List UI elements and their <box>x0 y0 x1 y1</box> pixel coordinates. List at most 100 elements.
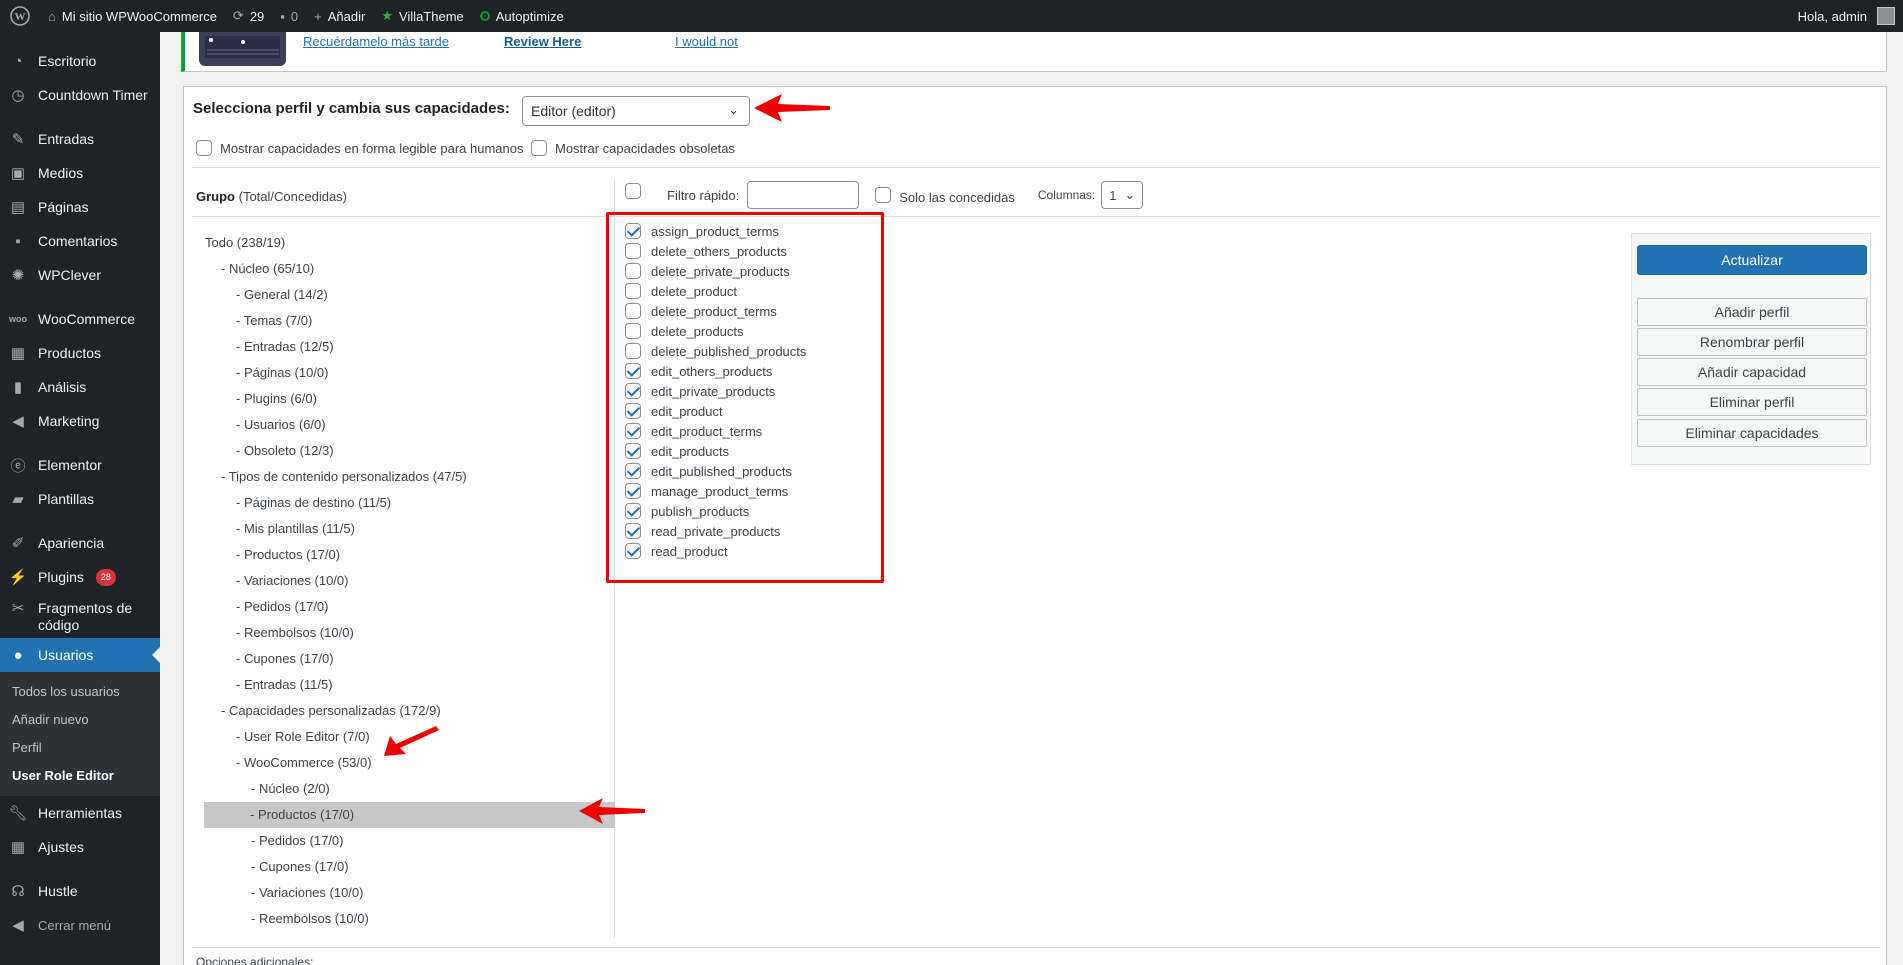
menu-label: Marketing <box>38 413 100 429</box>
menu-plugins[interactable]: ⚡ Plugins 28 <box>0 560 160 594</box>
tree-item[interactable]: - Productos (17/0) <box>204 802 615 828</box>
tree-item[interactable]: - General (14/2) <box>205 282 615 308</box>
tree-item[interactable]: - Productos (17/0) <box>205 542 615 568</box>
menu-plantillas[interactable]: ▰ Plantillas <box>0 482 160 516</box>
tree-item[interactable]: - Páginas (10/0) <box>205 360 615 386</box>
menu-label: Escritorio <box>38 53 97 69</box>
opt-deprecated[interactable]: Mostrar capacidades obsoletas <box>531 140 735 156</box>
menu-comentarios[interactable]: ▪ Comentarios <box>0 224 160 258</box>
menu-label: Plantillas <box>38 491 95 507</box>
add-role-button[interactable]: Añadir perfil <box>1637 298 1867 326</box>
site-name-link[interactable]: ⌂ Mi sitio WPWooCommerce <box>40 0 225 32</box>
elementor-icon: ⓔ <box>10 457 26 475</box>
tree-item[interactable]: - Obsoleto (12/3) <box>205 438 615 464</box>
menu-productos[interactable]: ▦ Productos <box>0 336 160 370</box>
menu-elementor[interactable]: ⓔ Elementor <box>0 448 160 482</box>
villatheme-link[interactable]: ★ VillaTheme <box>373 0 471 32</box>
never-link[interactable]: I would not <box>675 34 738 49</box>
menu-woocommerce[interactable]: woo WooCommerce <box>0 302 160 336</box>
my-account-link[interactable]: Hola, admin <box>1790 0 1903 32</box>
menu-escritorio[interactable]: ◔ Escritorio <box>0 44 160 78</box>
extra-options-label: Opciones adicionales: <box>196 955 314 965</box>
settings-icon: ▦ <box>10 839 26 856</box>
menu-entradas[interactable]: ✎ Entradas <box>0 122 160 156</box>
tree-item[interactable]: - Variaciones (10/0) <box>205 880 615 906</box>
menu-analisis[interactable]: ▮ Análisis <box>0 370 160 404</box>
group-title: Grupo <box>196 189 235 204</box>
tree-item[interactable]: - Temas (7/0) <box>205 308 615 334</box>
menu-label: WPClever <box>38 267 102 283</box>
tree-item[interactable]: - Reembolsos (10/0) <box>205 620 615 646</box>
menu-label: Productos <box>38 345 102 361</box>
update-button[interactable]: Actualizar <box>1637 245 1867 275</box>
add-capability-button[interactable]: Añadir capacidad <box>1637 358 1867 386</box>
tree-item[interactable]: - Cupones (17/0) <box>205 646 615 672</box>
select-all-checkbox[interactable] <box>625 183 641 199</box>
menu-countdown-timer[interactable]: ◷ Countdown Timer <box>0 78 160 112</box>
plugins-update-badge: 28 <box>95 568 116 586</box>
admin-bar: W ⌂ Mi sitio WPWooCommerce ⟳ 29 ▪ 0 + Añ… <box>0 0 1903 32</box>
menu-wpclever[interactable]: ✺ WPClever <box>0 258 160 292</box>
role-select[interactable]: Editor (editor) ⌄ <box>522 96 750 126</box>
remind-later-link[interactable]: Recuérdamelo más tarde <box>303 34 449 49</box>
updates-link[interactable]: ⟳ 29 <box>225 0 272 32</box>
tree-item[interactable]: - Núcleo (2/0) <box>205 776 615 802</box>
tree-item[interactable]: - Mis plantillas (11/5) <box>205 516 615 542</box>
quick-filter-input[interactable] <box>747 181 860 209</box>
delete-role-button[interactable]: Eliminar perfil <box>1637 388 1867 416</box>
rename-role-button[interactable]: Renombrar perfil <box>1637 328 1867 356</box>
tree-item[interactable]: - Plugins (6/0) <box>205 386 615 412</box>
tree-item[interactable]: - Variaciones (10/0) <box>205 568 615 594</box>
actions-box: Actualizar Añadir perfil Renombrar perfi… <box>1631 233 1871 465</box>
tree-item[interactable]: - Núcleo (65/10) <box>205 256 615 282</box>
comments-link[interactable]: ▪ 0 <box>272 0 306 32</box>
autoptimize-link[interactable]: Autoptimize <box>472 0 572 32</box>
review-here-link[interactable]: Review Here <box>504 34 581 49</box>
archive-icon: ▦ <box>10 345 26 362</box>
submenu-todos-usuarios[interactable]: Todos los usuarios <box>0 678 160 706</box>
tree-item[interactable]: - Pedidos (17/0) <box>205 594 615 620</box>
tree-item[interactable]: - Usuarios (6/0) <box>205 412 615 438</box>
menu-fragmentos-codigo[interactable]: ✂ Fragmentos de código <box>0 594 160 638</box>
tree-item[interactable]: - Capacidades personalizadas (172/9) <box>205 698 615 724</box>
menu-ajustes[interactable]: ▦ Ajustes <box>0 830 160 864</box>
columns-value: 1 <box>1109 187 1117 203</box>
media-icon: ▣ <box>10 165 26 182</box>
submenu-anadir-nuevo[interactable]: Añadir nuevo <box>0 706 160 734</box>
chevron-down-icon: ⌄ <box>728 102 739 117</box>
menu-usuarios[interactable]: ● Usuarios <box>0 638 160 672</box>
review-notice: Recuérdamelo más tarde Review Here I wou… <box>181 32 1887 72</box>
role-select-label: Selecciona perfil y cambia sus capacidad… <box>193 100 510 117</box>
opt-human-readable[interactable]: Mostrar capacidades en forma legible par… <box>196 140 524 156</box>
tree-item[interactable]: - Páginas de destino (11/5) <box>205 490 615 516</box>
human-readable-checkbox[interactable] <box>196 140 212 156</box>
add-new-link[interactable]: + Añadir <box>306 0 373 32</box>
tree-item[interactable]: - Cupones (17/0) <box>205 854 615 880</box>
menu-herramientas[interactable]: 🔧︎ Herramientas <box>0 796 160 830</box>
wordpress-logo-icon[interactable]: W <box>0 0 40 32</box>
delete-capabilities-button[interactable]: Eliminar capacidades <box>1637 419 1867 447</box>
columns-select[interactable]: 1 ⌄ <box>1101 181 1144 209</box>
submenu-perfil[interactable]: Perfil <box>0 734 160 762</box>
menu-marketing[interactable]: ◀ Marketing <box>0 404 160 438</box>
menu-label: WooCommerce <box>38 311 135 327</box>
tree-item[interactable]: - Reembolsos (10/0) <box>205 906 615 932</box>
menu-medios[interactable]: ▣ Medios <box>0 156 160 190</box>
role-editor-panel: Selecciona perfil y cambia sus capacidad… <box>183 86 1887 965</box>
tree-item[interactable]: - Entradas (11/5) <box>205 672 615 698</box>
tree-item[interactable]: Todo (238/19) <box>205 230 615 256</box>
menu-apariencia[interactable]: ✐ Apariencia <box>0 526 160 560</box>
wrench-icon: 🔧︎ <box>8 805 28 822</box>
only-granted-checkbox[interactable] <box>875 187 892 203</box>
menu-cerrar[interactable]: ◀ Cerrar menú <box>0 908 160 942</box>
menu-paginas[interactable]: ▤ Páginas <box>0 190 160 224</box>
tree-item[interactable]: - Pedidos (17/0) <box>205 828 615 854</box>
tree-item[interactable]: - Entradas (12/5) <box>205 334 615 360</box>
submenu-user-role-editor[interactable]: User Role Editor <box>0 762 160 790</box>
menu-hustle[interactable]: ☊ Hustle <box>0 874 160 908</box>
menu-label: Ajustes <box>38 839 84 855</box>
menu-label: Entradas <box>38 131 95 147</box>
deprecated-checkbox[interactable] <box>531 140 547 156</box>
menu-label: Plugins <box>38 569 84 585</box>
tree-item[interactable]: - Tipos de contenido personalizados (47/… <box>205 464 615 490</box>
